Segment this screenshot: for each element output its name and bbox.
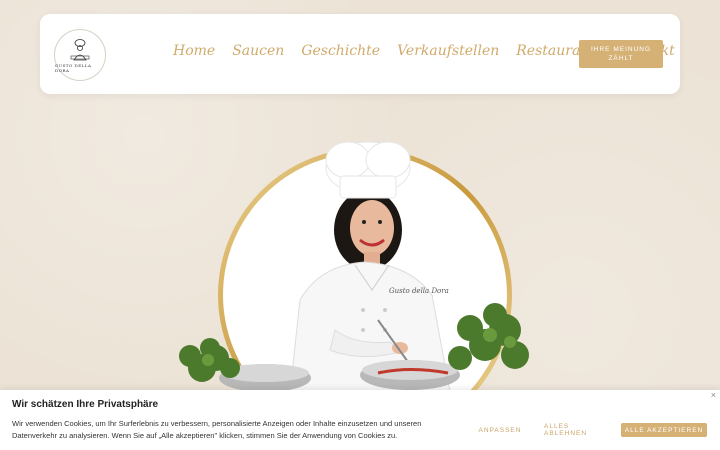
cookie-text: Wir verwenden Cookies, um Ihr Surferlebn… [12,419,422,440]
cookie-title: Wir schätzen Ihre Privatsphäre [12,399,159,410]
apron-text: Gusto della Dora [389,287,449,295]
cookie-banner: × Wir schätzen Ihre Privatsphäre Wir ver… [0,390,720,450]
site-header: GUSTO DELLA DORA Home Saucen Geschichte … [40,14,680,94]
logo[interactable]: GUSTO DELLA DORA [54,29,106,81]
chef-logo-icon [70,38,90,60]
customize-cookies-button[interactable]: ANPASSEN [476,423,524,437]
chef-illustration: Gusto della Dora [179,141,529,392]
hero-image: Gusto della Dora [160,130,560,392]
logo-text: GUSTO DELLA DORA [55,62,92,73]
nav-saucen[interactable]: Saucen [232,43,284,59]
accept-all-button[interactable]: ALLE AKZEPTIEREN [621,423,707,437]
feedback-button[interactable]: IHRE MEINUNG ZÄHLT [579,40,663,68]
nav-verkaufstellen[interactable]: Verkaufstellen [397,43,499,59]
close-icon[interactable]: × [711,390,716,400]
reject-all-button[interactable]: ALLES ABLEHNEN [544,423,608,437]
nav-home[interactable]: Home [173,43,215,59]
nav-geschichte[interactable]: Geschichte [301,43,380,59]
